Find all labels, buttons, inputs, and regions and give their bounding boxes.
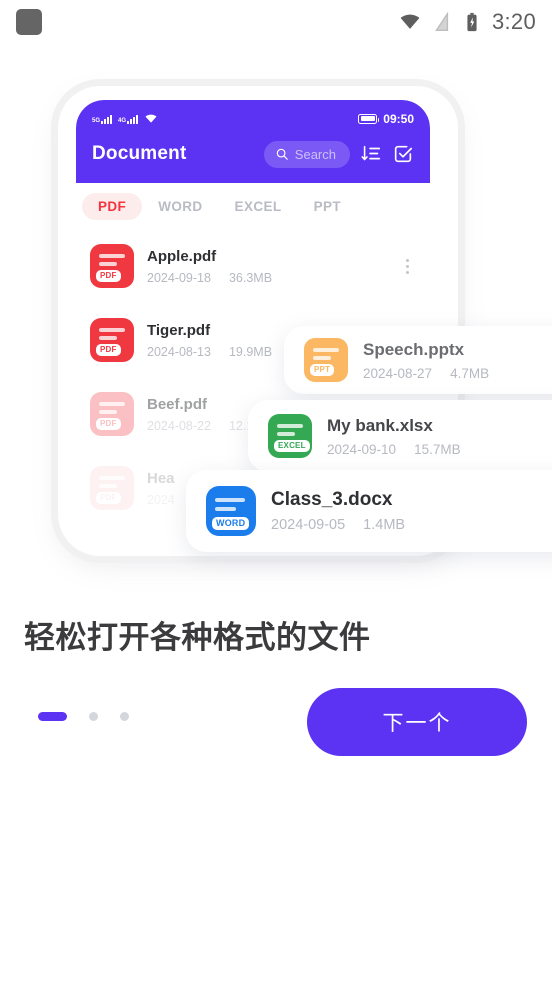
file-date: 2024-08-27 xyxy=(363,365,433,381)
floating-card-ppt[interactable]: PPT Speech.pptx 2024-08-27 4.7MB xyxy=(284,326,552,394)
page-dot-1[interactable] xyxy=(38,712,67,721)
file-type-tabs: PDF WORD EXCEL PPT xyxy=(76,183,430,229)
file-date: 2024-08-13 xyxy=(147,344,211,359)
file-date: 2024-09-10 xyxy=(327,441,397,457)
file-size: 19.9MB xyxy=(228,344,273,359)
tab-pdf[interactable]: PDF xyxy=(82,192,143,220)
app-header: 5G 4G 09:50 Document Search xyxy=(76,100,430,183)
file-date: 2024-09-05 xyxy=(271,517,346,533)
floating-card-excel[interactable]: EXCEL My bank.xlsx 2024-09-10 15.7MB xyxy=(248,400,552,472)
next-button[interactable]: 下一个 xyxy=(307,688,527,756)
pdf-file-icon: PDF xyxy=(90,244,134,288)
word-file-icon: WORD xyxy=(206,486,256,536)
phone-mockup: 5G 4G 09:50 Document Search PDF WORD EXC… xyxy=(0,78,552,568)
file-size: 4.7MB xyxy=(450,365,490,381)
more-options-icon[interactable] xyxy=(398,258,416,274)
search-placeholder: Search xyxy=(294,146,336,162)
file-date: 2024 xyxy=(147,492,175,507)
mock-status-bar: 5G 4G 09:50 xyxy=(92,100,414,130)
page-dot-3[interactable] xyxy=(120,712,129,721)
battery-icon xyxy=(358,113,380,124)
pdf-file-icon: PDF xyxy=(90,466,134,510)
app-square-icon xyxy=(16,9,42,35)
file-name: Speech.pptx xyxy=(363,339,465,359)
page-dot-2[interactable] xyxy=(89,712,98,721)
status-bar-clock: 3:20 xyxy=(491,9,536,34)
ppt-file-icon: PPT xyxy=(304,338,348,382)
file-size: 36.3MB xyxy=(228,270,273,285)
signal-4g-icon: 4G xyxy=(118,115,139,124)
file-date: 2024-08-22 xyxy=(147,418,211,433)
tab-excel[interactable]: EXCEL xyxy=(219,193,298,220)
status-bar-icons: 3:20 xyxy=(399,9,536,35)
floating-card-word[interactable]: WORD Class_3.docx 2024-09-05 1.4MB xyxy=(186,470,552,552)
signal-5g-icon: 5G xyxy=(92,115,113,124)
battery-charging-icon xyxy=(467,12,477,32)
wifi-icon xyxy=(400,14,420,29)
wifi-icon xyxy=(145,114,157,123)
file-name: Apple.pdf xyxy=(147,247,217,265)
file-size: 1.4MB xyxy=(363,517,406,533)
pdf-file-icon: PDF xyxy=(90,392,134,436)
signal-off-icon xyxy=(435,11,449,31)
tab-ppt[interactable]: PPT xyxy=(298,193,357,220)
file-name: Class_3.docx xyxy=(271,489,393,510)
tab-word[interactable]: WORD xyxy=(142,193,218,220)
page-indicator xyxy=(38,712,129,721)
page-title: Document xyxy=(92,143,187,164)
check-square-icon[interactable] xyxy=(392,143,414,165)
onboarding-headline: 轻松打开各种格式的文件 xyxy=(24,620,371,655)
file-date: 2024-09-18 xyxy=(147,270,211,285)
excel-file-icon: EXCEL xyxy=(268,414,312,458)
list-item[interactable]: PDF Apple.pdf 2024-09-18 36.3MB xyxy=(76,229,430,303)
search-input[interactable]: Search xyxy=(263,140,350,168)
app-bar: Document Search xyxy=(92,130,414,178)
file-size: 15.7MB xyxy=(414,441,461,457)
mock-clock: 09:50 xyxy=(383,111,414,126)
pdf-file-icon: PDF xyxy=(90,318,134,362)
search-icon xyxy=(276,148,288,160)
status-bar: 3:20 xyxy=(0,0,552,44)
file-name: My bank.xlsx xyxy=(327,415,433,435)
sort-icon[interactable] xyxy=(360,143,382,165)
